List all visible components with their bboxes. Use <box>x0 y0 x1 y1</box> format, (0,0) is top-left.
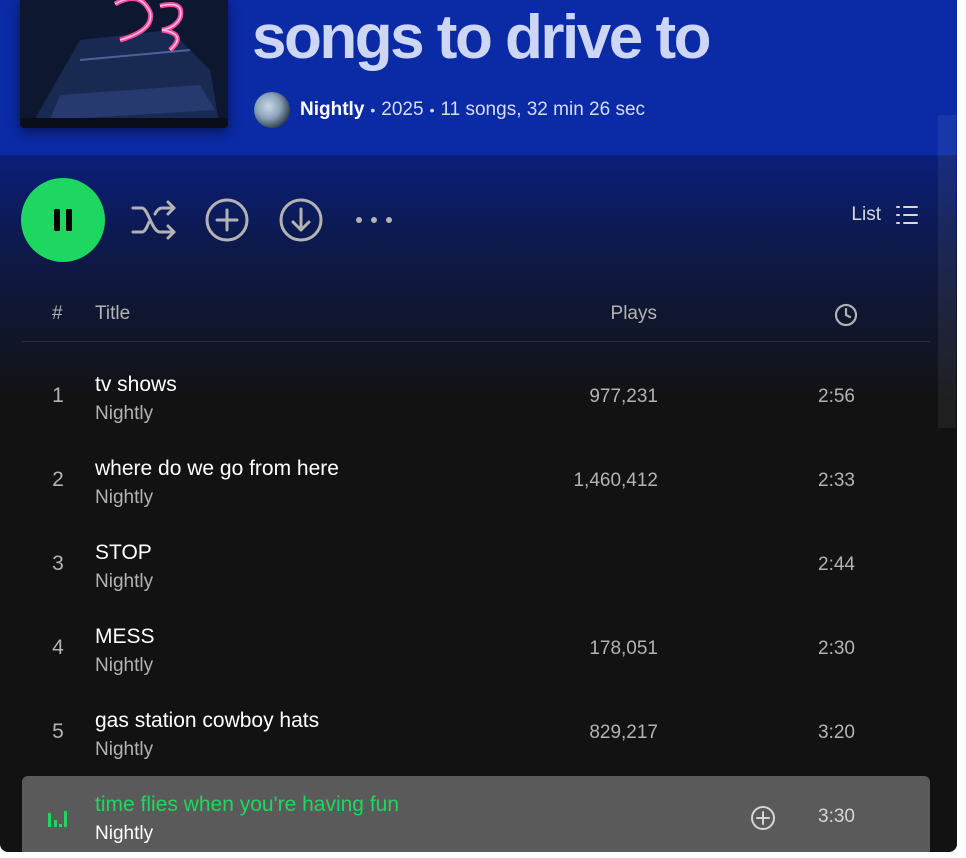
pause-icon <box>54 209 72 231</box>
scrollbar[interactable] <box>938 115 956 428</box>
track-artist[interactable]: Nightly <box>95 655 153 677</box>
add-circle-icon <box>205 198 249 242</box>
download-button[interactable] <box>277 196 325 244</box>
shuffle-button[interactable] <box>130 196 178 244</box>
playlist-cover-image[interactable] <box>20 0 228 128</box>
download-icon <box>279 198 323 242</box>
track-duration: 3:30 <box>818 806 855 827</box>
clock-icon <box>834 303 858 327</box>
shuffle-icon <box>131 200 176 240</box>
track-artist[interactable]: Nightly <box>95 823 153 845</box>
owner-avatar[interactable] <box>254 92 290 128</box>
track-duration: 3:20 <box>818 722 855 743</box>
meta-separator: • <box>370 102 376 118</box>
track-list: 1 tv shows Nightly 977,231 2:56 2 where … <box>22 356 930 852</box>
track-duration: 2:56 <box>818 386 855 407</box>
track-number: 1 <box>52 384 64 407</box>
track-artist[interactable]: Nightly <box>95 403 153 425</box>
track-row[interactable]: 2 where do we go from here Nightly 1,460… <box>22 440 930 524</box>
playlist-view: songs to drive to Nightly • 2025 • 11 so… <box>0 0 957 852</box>
view-toggle-button[interactable]: List <box>851 204 919 226</box>
playlist-header: songs to drive to Nightly • 2025 • 11 so… <box>0 0 957 155</box>
cover-art <box>20 0 228 128</box>
owner-link[interactable]: Nightly <box>300 99 364 121</box>
pause-button[interactable] <box>21 178 105 262</box>
track-title[interactable]: STOP <box>95 541 152 565</box>
add-to-library-button[interactable] <box>203 196 251 244</box>
playlist-summary: 11 songs, 32 min 26 sec <box>440 99 646 120</box>
track-title[interactable]: time flies when you're having fun <box>95 793 399 817</box>
track-number: 5 <box>52 720 64 743</box>
track-plays: 1,460,412 <box>573 470 658 491</box>
track-table-header: # Title Plays <box>22 294 930 342</box>
more-options-button[interactable] <box>350 196 398 244</box>
track-number: 2 <box>52 468 64 491</box>
meta-separator: • <box>429 102 435 118</box>
track-row[interactable]: 5 gas station cowboy hats Nightly 829,21… <box>22 692 930 776</box>
playlist-meta: Nightly • 2025 • 11 songs, 32 min 26 sec <box>254 92 645 128</box>
track-number: 4 <box>52 636 64 659</box>
equalizer-icon <box>48 811 67 827</box>
view-toggle-label: List <box>851 204 881 225</box>
track-duration: 2:33 <box>818 470 855 491</box>
track-plays: 829,217 <box>589 722 658 743</box>
track-title[interactable]: tv shows <box>95 373 177 397</box>
add-circle-icon[interactable] <box>750 805 776 831</box>
track-title[interactable]: MESS <box>95 625 155 649</box>
track-title[interactable]: where do we go from here <box>95 457 339 481</box>
track-row[interactable]: 1 tv shows Nightly 977,231 2:56 <box>22 356 930 440</box>
track-row-now-playing[interactable]: time flies when you're having fun Nightl… <box>22 776 930 852</box>
column-title[interactable]: Title <box>95 303 130 325</box>
track-duration: 2:44 <box>818 554 855 575</box>
playlist-title[interactable]: songs to drive to <box>252 0 711 88</box>
track-artist[interactable]: Nightly <box>95 571 153 593</box>
more-options-icon <box>356 217 392 223</box>
action-bar: List <box>0 176 957 266</box>
column-plays[interactable]: Plays <box>611 303 657 325</box>
track-row[interactable]: 3 STOP Nightly 2:44 <box>22 524 930 608</box>
release-year: 2025 <box>381 99 424 120</box>
track-title[interactable]: gas station cowboy hats <box>95 709 319 733</box>
track-artist[interactable]: Nightly <box>95 487 153 509</box>
track-artist[interactable]: Nightly <box>95 739 153 761</box>
track-plays: 178,051 <box>589 638 658 659</box>
track-duration: 2:30 <box>818 638 855 659</box>
track-plays: 977,231 <box>589 386 658 407</box>
column-number: # <box>52 303 63 324</box>
track-row[interactable]: 4 MESS Nightly 178,051 2:30 <box>22 608 930 692</box>
list-view-icon <box>896 206 918 224</box>
column-duration[interactable] <box>834 303 858 333</box>
track-number: 3 <box>52 552 64 575</box>
